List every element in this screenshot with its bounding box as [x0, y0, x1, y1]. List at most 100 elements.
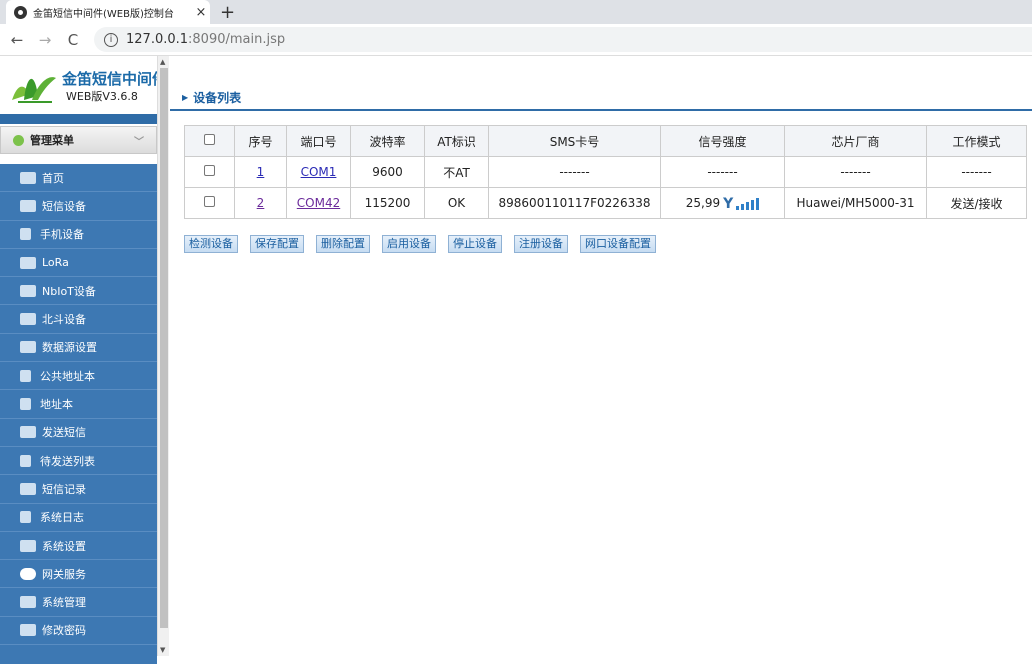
beidou-icon: [20, 313, 36, 326]
sms-cell: 898600110117F0226338: [488, 187, 661, 219]
at-cell: 不AT: [424, 156, 489, 188]
sidebar-item-gateway[interactable]: 网关服务: [0, 560, 157, 589]
index-cell: 2: [234, 187, 287, 219]
row-checkbox[interactable]: [204, 165, 215, 176]
sidebar-item-lora[interactable]: LoRa: [0, 249, 157, 278]
vendor-cell: -------: [784, 156, 927, 188]
antenna-icon: Y: [723, 196, 734, 213]
sidebar-item-label: 发送短信: [42, 426, 86, 440]
breadcrumb-divider: [170, 109, 1032, 111]
sidebar-item-beidou[interactable]: 北斗设备: [0, 305, 157, 334]
sidebar-strip: [0, 114, 157, 124]
sidebar-item-phone-device[interactable]: 手机设备: [0, 221, 157, 249]
sidebar-item-system-log[interactable]: 系统日志: [0, 504, 157, 532]
network-device-config-button[interactable]: 网口设备配置: [580, 235, 656, 253]
signal-cell: -------: [660, 156, 785, 188]
port-link[interactable]: COM42: [297, 196, 340, 210]
info-icon[interactable]: i: [104, 32, 118, 47]
select-all-checkbox[interactable]: [204, 134, 215, 145]
menu-header[interactable]: 管理菜单 ﹀: [0, 126, 157, 154]
sidebar-item-label: 公共地址本: [40, 369, 95, 383]
port-link[interactable]: COM1: [301, 165, 337, 179]
sidebar-item-home[interactable]: 首页: [0, 164, 157, 193]
index-link[interactable]: 1: [257, 165, 265, 179]
index-link[interactable]: 2: [257, 196, 265, 210]
vendor-cell: Huawei/MH5000-31: [784, 187, 927, 219]
lock-icon: [20, 624, 36, 637]
new-tab-button[interactable]: +: [220, 2, 235, 23]
logo-name: 金笛短信中间件: [62, 70, 168, 88]
nbiot-icon: [20, 284, 36, 297]
signal-bar: [741, 204, 745, 211]
signal-cell: 25,99 Y: [660, 187, 785, 219]
url-path: :8090/main.jsp: [188, 32, 286, 47]
browser-tab[interactable]: 金笛短信中间件(WEB版)控制台 ×: [6, 0, 210, 24]
stop-device-button[interactable]: 停止设备: [448, 235, 502, 253]
public-contacts-icon: [20, 369, 31, 382]
delete-config-button[interactable]: 删除配置: [316, 235, 370, 253]
enable-device-button[interactable]: 启用设备: [382, 235, 436, 253]
sidebar-item-contacts[interactable]: 地址本: [0, 390, 157, 419]
message-icon: [20, 482, 36, 495]
breadcrumb: ▶ 设备列表: [182, 89, 241, 106]
tab-close-icon[interactable]: ×: [192, 5, 210, 20]
reload-icon[interactable]: C: [62, 31, 84, 49]
menu-title: 管理菜单: [30, 134, 74, 147]
detect-device-button[interactable]: 检测设备: [184, 235, 238, 253]
baud-cell: 9600: [350, 156, 425, 188]
sidebar-item-send-sms[interactable]: 发送短信: [0, 419, 157, 447]
sidebar-item-label: 系统管理: [42, 596, 86, 610]
browser-tab-bar: 金笛短信中间件(WEB版)控制台 × +: [0, 0, 1032, 24]
sidebar-item-public-contacts[interactable]: 公共地址本: [0, 362, 157, 391]
scroll-up-icon[interactable]: ▲: [160, 58, 165, 66]
mode-cell: -------: [926, 156, 1027, 188]
sidebar-item-change-password[interactable]: 修改密码: [0, 617, 157, 646]
scrollbar-thumb[interactable]: [160, 68, 168, 628]
column-header: 工作模式: [926, 125, 1027, 157]
sidebar-item-sms-records[interactable]: 短信记录: [0, 475, 157, 504]
signal-bar: [746, 202, 750, 211]
table-row: 1 COM1 9600 不AT ------- ------- ------- …: [184, 156, 1027, 188]
logo-version: WEB版V3.6.8: [66, 90, 138, 103]
chevron-down-icon[interactable]: ﹀: [134, 133, 144, 148]
forward-icon[interactable]: →: [34, 31, 56, 49]
sidebar-item-system-admin[interactable]: 系统管理: [0, 588, 157, 617]
register-device-button[interactable]: 注册设备: [514, 235, 568, 253]
row-checkbox[interactable]: [204, 196, 215, 207]
log-icon: [20, 511, 31, 524]
lora-icon: [20, 256, 36, 269]
table-header-row: 序号 端口号 波特率 AT标识 SMS卡号 信号强度 芯片厂商 工作模式: [184, 125, 1027, 157]
column-header: 信号强度: [660, 125, 785, 157]
table-row: 2 COM42 115200 OK 898600110117F0226338 2…: [184, 187, 1027, 219]
sidebar-item-label: 修改密码: [42, 624, 86, 638]
sidebar-item-pending[interactable]: 待发送列表: [0, 447, 157, 476]
signal-bar: [736, 206, 740, 211]
url-input[interactable]: i 127.0.0.1:8090/main.jsp: [94, 27, 1032, 52]
sidebar-item-label: 系统设置: [42, 539, 86, 553]
sidebar-scrollbar[interactable]: ▲ ▼: [157, 56, 169, 656]
home-icon: [20, 171, 36, 184]
sidebar-item-label: 北斗设备: [42, 313, 86, 327]
port-cell: COM42: [286, 187, 351, 219]
page-title: 设备列表: [193, 91, 242, 105]
sidebar-item-nbiot[interactable]: NbIoT设备: [0, 277, 157, 306]
queue-icon: [20, 454, 31, 467]
triangle-right-icon: ▶: [182, 93, 189, 102]
scroll-down-icon[interactable]: ▼: [160, 646, 165, 654]
address-bar: ← → C i 127.0.0.1:8090/main.jsp: [0, 24, 1032, 56]
sidebar-item-label: 短信设备: [42, 199, 86, 213]
sidebar-item-sms-device[interactable]: 短信设备: [0, 192, 157, 221]
sidebar-item-system-settings[interactable]: 系统设置: [0, 532, 157, 561]
sidebar-item-label: 首页: [42, 171, 64, 185]
url-host: 127.0.0.1: [126, 32, 189, 47]
sidebar-item-datasource[interactable]: 数据源设置: [0, 334, 157, 363]
back-icon[interactable]: ←: [6, 31, 28, 49]
tab-title: 金笛短信中间件(WEB版)控制台: [33, 8, 174, 20]
sidebar-item-label: 手机设备: [40, 228, 84, 242]
save-config-button[interactable]: 保存配置: [250, 235, 304, 253]
column-header: 波特率: [350, 125, 425, 157]
favicon-icon: [14, 5, 27, 19]
mode-cell: 发送/接收: [926, 187, 1027, 219]
mail-icon: [20, 426, 36, 439]
signal-value: 25,99: [685, 196, 721, 211]
